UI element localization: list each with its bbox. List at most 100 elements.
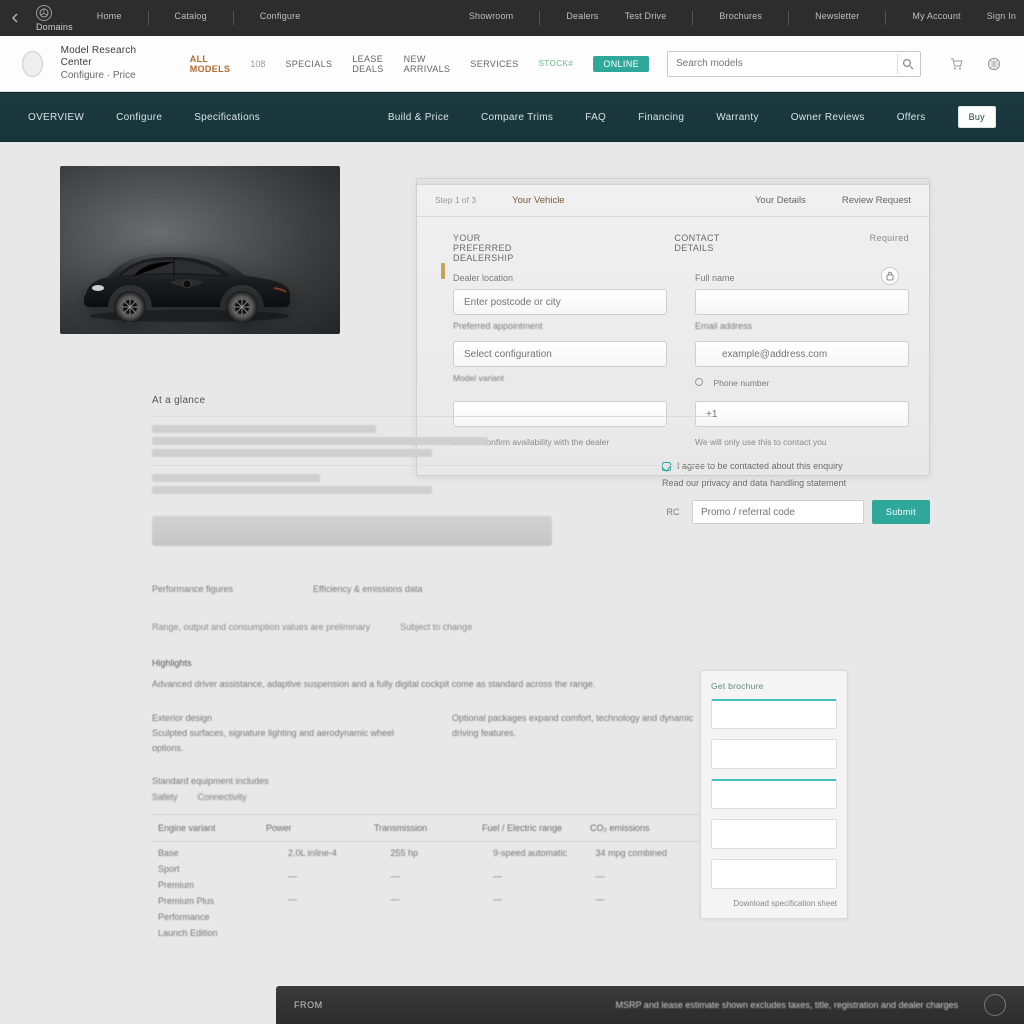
th-2: Transmission: [374, 823, 482, 833]
topbar-link-account[interactable]: My Account: [912, 11, 960, 25]
nav-financing[interactable]: Financing: [638, 112, 684, 123]
topbar-link-dealers[interactable]: Dealers: [566, 11, 598, 25]
doc-block-1: [152, 416, 712, 465]
tab-details[interactable]: Your Details: [737, 185, 824, 216]
doc-colA-h: Exterior design: [152, 713, 212, 723]
dealer-location-label: Dealer location: [453, 273, 667, 283]
brochure-slot-2[interactable]: [711, 739, 837, 769]
topbar-link-testdrive[interactable]: Test Drive: [625, 11, 667, 25]
availability-pill: ONLINE: [593, 56, 649, 72]
spec-document: At a glance Performance figures Efficien…: [152, 395, 712, 802]
topbar-link-home[interactable]: Home: [97, 11, 122, 25]
email-label: Email address: [695, 321, 909, 331]
table-header-row: Engine variant Power Transmission Fuel /…: [152, 814, 704, 842]
doc-colB: Optional packages expand comfort, techno…: [452, 713, 693, 738]
td: 34 mpg combined: [596, 848, 699, 858]
rl-5: Launch Edition: [158, 928, 276, 938]
quicklink-services[interactable]: SERVICES: [470, 59, 518, 69]
pair-left: Performance figures: [152, 584, 233, 594]
phone-label: Phone number: [713, 378, 769, 388]
topbar-link-signin[interactable]: Sign In: [987, 11, 1016, 25]
quicklink-all-models[interactable]: ALL MODELS: [190, 54, 231, 74]
header-search: [667, 51, 921, 77]
nav-build[interactable]: Build & Price: [388, 112, 449, 123]
variant-label: Model variant: [453, 373, 667, 383]
radio-icon[interactable]: [695, 378, 703, 386]
model-variant-input[interactable]: [453, 341, 667, 367]
cart-icon[interactable]: [949, 54, 965, 74]
promo-input[interactable]: [692, 500, 864, 524]
card-step-indicator: Step 1 of 3: [417, 185, 494, 216]
brochure-card: Get brochure Download specification shee…: [700, 670, 848, 919]
topbar-link-news[interactable]: Newsletter: [815, 11, 859, 25]
rl-1: Sport: [158, 864, 276, 874]
nav-reviews[interactable]: Owner Reviews: [791, 112, 865, 123]
stock-key: STOCK#: [539, 59, 574, 68]
quicklink-all-models-count: 108: [250, 59, 265, 69]
brochure-slot-4[interactable]: [711, 819, 837, 849]
doc-block-2: [152, 465, 712, 502]
hero-vehicle-image: [60, 166, 340, 334]
nav-configure[interactable]: Configure: [116, 112, 162, 123]
nav-compare[interactable]: Compare Trims: [481, 112, 553, 123]
doc-midline1: Range, output and consumption values are…: [152, 622, 370, 632]
required-hint: Required: [870, 233, 909, 263]
doc-p1: Advanced driver assistance, adaptive sus…: [152, 679, 595, 689]
brochure-slot-3[interactable]: [711, 779, 837, 809]
email-input[interactable]: [695, 341, 909, 367]
topbar-right-links: Showroom Dealers Test Drive Brochures Ne…: [469, 11, 1016, 25]
quicklink-specials[interactable]: SPECIALS: [285, 59, 332, 69]
topbar-link-configure[interactable]: Configure: [260, 11, 301, 25]
tab-review[interactable]: Review Request: [824, 185, 929, 216]
site-title: Model Research Center Configure · Price: [61, 45, 146, 83]
quicklink-lease[interactable]: LEASE DEALS: [352, 54, 383, 74]
lock-icon: [881, 267, 899, 285]
doc-midline2: Subject to change: [400, 622, 472, 632]
section-dealer-heading: YOUR PREFERRED DEALERSHIP: [453, 233, 524, 263]
rl-4: Performance: [158, 912, 276, 922]
region-icon[interactable]: [987, 54, 1003, 74]
topbar-link-brochures[interactable]: Brochures: [719, 11, 762, 25]
brochure-slot-5[interactable]: [711, 859, 837, 889]
phone-input[interactable]: [695, 401, 909, 427]
doc-media-placeholder: [152, 516, 552, 546]
site-title-line2: Configure · Price: [61, 70, 146, 83]
doc-small-h: Standard equipment includes: [152, 776, 269, 786]
nav-specs[interactable]: Specifications: [194, 112, 260, 123]
expand-icon[interactable]: [984, 994, 1006, 1016]
brochure-footer[interactable]: Download specification sheet: [711, 899, 837, 908]
nav-warranty[interactable]: Warranty: [716, 112, 759, 123]
th-4: CO₂ emissions: [590, 823, 698, 833]
topbar-link-showroom[interactable]: Showroom: [469, 11, 513, 25]
doc-h1: Highlights: [152, 656, 712, 671]
contact-note: We will only use this to contact you: [695, 437, 909, 447]
doc-colA: Sculpted surfaces, signature lighting an…: [152, 728, 394, 753]
nav-cta-button[interactable]: Buy: [958, 106, 996, 128]
brochure-slot-1[interactable]: [711, 699, 837, 729]
active-section-marker: [441, 263, 445, 279]
brochure-title: Get brochure: [711, 681, 837, 691]
fullname-input[interactable]: [695, 289, 909, 315]
card-tabs: Step 1 of 3 Your Vehicle Your Details Re…: [417, 185, 929, 217]
td: 255 hp: [391, 848, 494, 858]
search-input[interactable]: [667, 51, 921, 77]
brand-block: Domains: [36, 5, 73, 32]
nav-offers[interactable]: Offers: [897, 112, 926, 123]
model-nav: OVERVIEW Configure Specifications Build …: [0, 92, 1024, 142]
doc-small-a: Safety: [152, 792, 178, 802]
tab-vehicle[interactable]: Your Vehicle: [494, 185, 582, 216]
global-topbar: Domains Home Catalog Configure Showroom …: [0, 0, 1024, 36]
section-contact-heading: CONTACT DETAILS: [674, 233, 719, 263]
rl-2: Premium: [158, 880, 276, 890]
dealer-location-input[interactable]: [453, 289, 667, 315]
site-title-line1: Model Research Center: [61, 45, 146, 70]
back-icon[interactable]: [8, 11, 22, 25]
search-icon[interactable]: [897, 54, 917, 74]
nav-overview[interactable]: OVERVIEW: [28, 112, 84, 123]
submit-button[interactable]: Submit: [872, 500, 930, 524]
site-logo-icon[interactable]: [22, 51, 43, 77]
pair-right: Efficiency & emissions data: [313, 584, 422, 594]
nav-faq[interactable]: FAQ: [585, 112, 606, 123]
quicklink-new[interactable]: NEW ARRIVALS: [404, 54, 451, 74]
topbar-link-catalog[interactable]: Catalog: [175, 11, 207, 25]
